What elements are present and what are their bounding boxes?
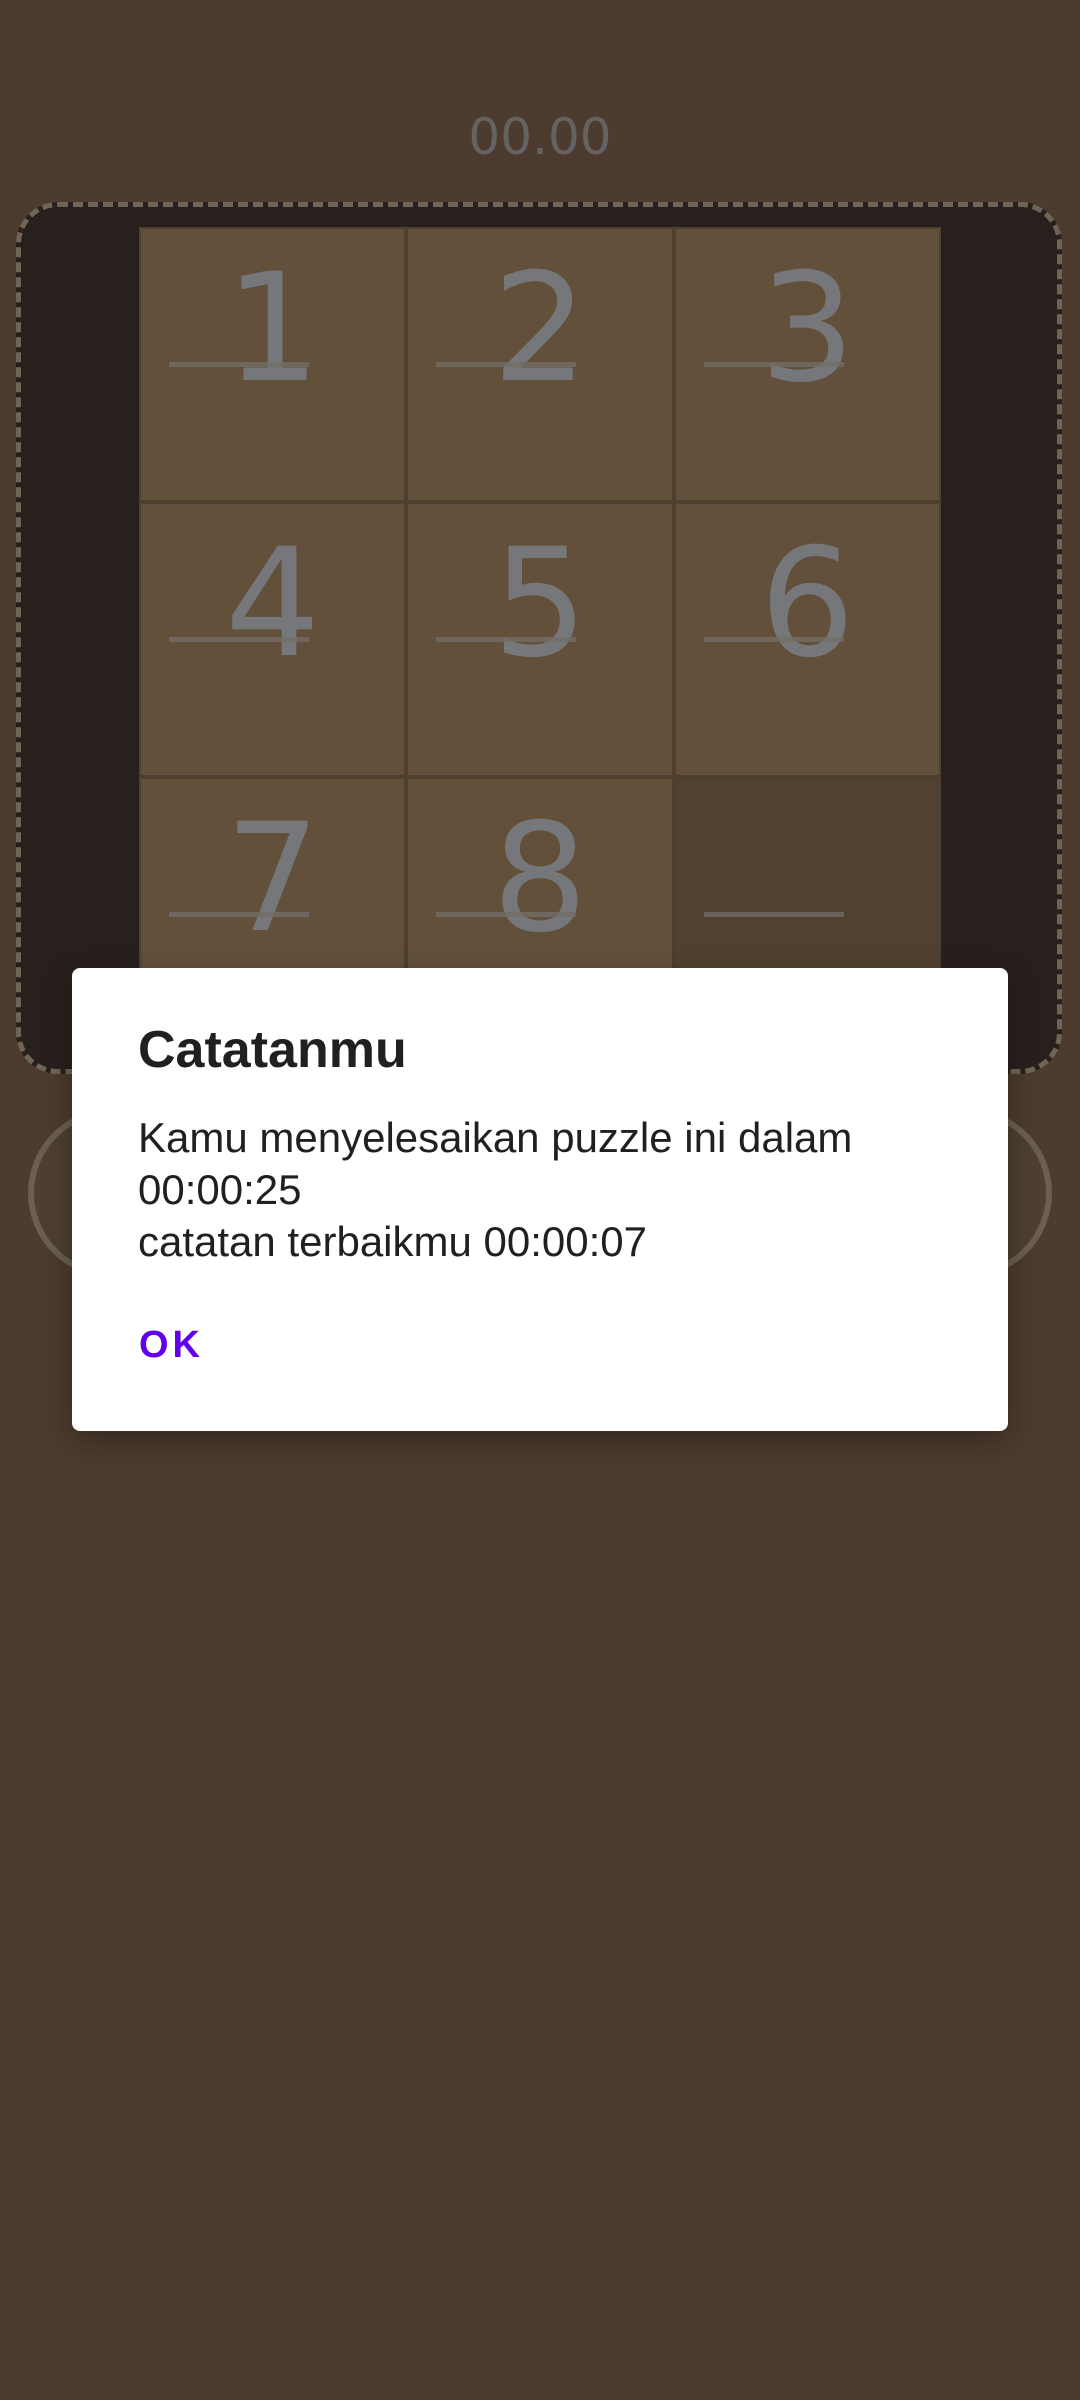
ok-button[interactable]: OK bbox=[139, 1326, 204, 1364]
dialog-message: Kamu menyelesaikan puzzle ini dalam 00:0… bbox=[138, 1114, 853, 1265]
dialog-title: Catatanmu bbox=[138, 1021, 407, 1079]
result-dialog: Catatanmu Kamu menyelesaikan puzzle ini … bbox=[72, 968, 1008, 1431]
